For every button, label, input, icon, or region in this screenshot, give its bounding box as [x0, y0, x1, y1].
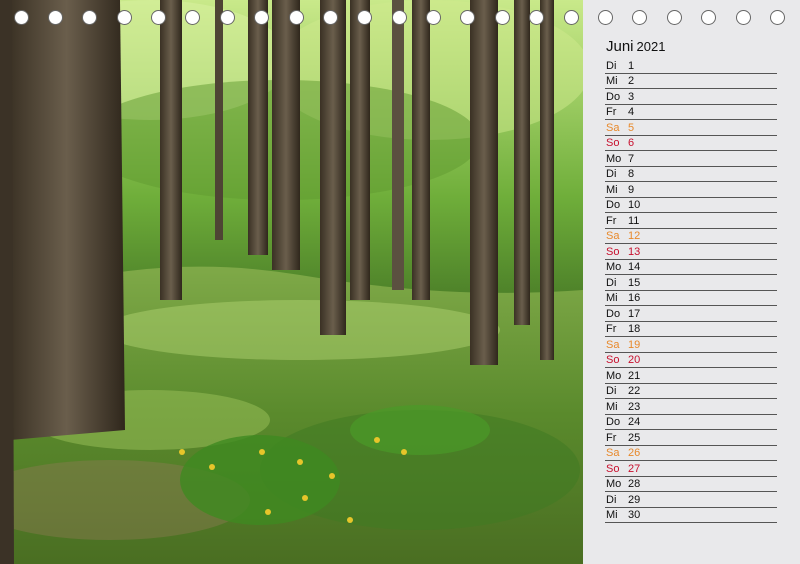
weekday-label: So: [606, 354, 620, 366]
day-number: 25: [628, 431, 641, 444]
day-number: 23: [628, 400, 641, 413]
day-number: 1: [628, 59, 635, 72]
day-row: So 20: [605, 353, 777, 368]
day-row: Mo 14: [605, 260, 777, 275]
day-row: Mi 9: [605, 182, 777, 198]
forest-photo: [0, 0, 583, 564]
weekday-label: Sa: [606, 230, 620, 242]
weekday-label: Mi: [606, 75, 618, 87]
day-number: 9: [628, 183, 635, 196]
weekday-label: Di: [606, 276, 617, 289]
day-row: Mo 28: [605, 477, 777, 492]
day-number: 26: [628, 447, 641, 459]
day-number: 14: [628, 261, 641, 273]
weekday-label: Do: [606, 307, 621, 320]
weekday-label: Do: [606, 90, 621, 103]
weekday-label: Fr: [606, 431, 617, 444]
day-row: Di 15: [605, 275, 777, 291]
day-row: Sa 19: [605, 337, 777, 353]
weekday-label: Sa: [606, 447, 620, 459]
day-number: 24: [628, 416, 641, 428]
day-row: Fr 18: [605, 322, 777, 337]
weekday-label: Mi: [606, 400, 618, 413]
day-number: 6: [628, 137, 635, 149]
weekday-label: Di: [606, 59, 617, 72]
weekday-label: Mo: [606, 152, 622, 165]
day-row: Do 3: [605, 89, 777, 105]
day-number: 28: [628, 478, 641, 490]
day-row: Mi 2: [605, 74, 777, 89]
day-number: 20: [628, 354, 641, 366]
day-row: Mo 21: [605, 368, 777, 384]
day-number: 27: [628, 462, 641, 475]
day-number: 3: [628, 90, 635, 103]
day-number: 11: [628, 214, 640, 227]
month-title: Juni 2021: [606, 38, 665, 55]
weekday-label: Mo: [606, 478, 622, 490]
weekday-label: Di: [606, 385, 617, 397]
weekday-label: Fr: [606, 323, 617, 335]
day-list: Di 1 Mi 2 Do 3 Fr 4 Sa 5 So 6 Mo 7 Di 8 Mi 9 Do 10 Fr 11 Sa 12 S…: [605, 58, 777, 523]
day-number: 18: [628, 323, 641, 335]
day-number: 22: [628, 385, 641, 397]
day-row: Sa 12: [605, 229, 777, 244]
day-row: Sa 5: [605, 120, 777, 136]
weekday-label: Do: [606, 199, 621, 211]
weekday-label: Mi: [606, 292, 618, 304]
day-row: Do 24: [605, 415, 777, 430]
day-row: Mo 7: [605, 151, 777, 167]
weekday-label: Mo: [606, 369, 622, 382]
day-number: 8: [628, 168, 635, 180]
weekday-label: Fr: [606, 106, 617, 118]
day-row: Di 29: [605, 492, 777, 508]
day-row: Mi 23: [605, 399, 777, 415]
day-number: 17: [628, 307, 641, 320]
day-row: Fr 25: [605, 430, 777, 446]
day-number: 19: [628, 338, 641, 351]
day-number: 13: [628, 245, 641, 258]
weekday-label: So: [606, 245, 620, 258]
day-row: So 27: [605, 461, 777, 477]
day-row: Sa 26: [605, 446, 777, 461]
day-row: Di 8: [605, 167, 777, 182]
day-number: 29: [628, 493, 641, 506]
weekday-label: Mi: [606, 509, 618, 521]
day-row: Mi 30: [605, 508, 777, 523]
day-row: Fr 11: [605, 213, 777, 229]
day-row: So 13: [605, 244, 777, 260]
day-number: 30: [628, 509, 641, 521]
weekday-label: Di: [606, 493, 617, 506]
weekday-label: Do: [606, 416, 621, 428]
weekday-label: Mi: [606, 183, 618, 196]
day-number: 2: [628, 75, 635, 87]
weekday-label: So: [606, 137, 620, 149]
day-number: 21: [628, 369, 641, 382]
weekday-label: Sa: [606, 338, 620, 351]
day-row: Do 10: [605, 198, 777, 213]
day-number: 4: [628, 106, 635, 118]
year-label: 2021: [636, 39, 666, 54]
day-row: Mi 16: [605, 291, 777, 306]
day-number: 15: [628, 276, 641, 289]
day-number: 7: [628, 152, 635, 165]
weekday-label: Sa: [606, 121, 620, 134]
day-number: 10: [628, 199, 641, 211]
weekday-label: Di: [606, 168, 617, 180]
weekday-label: Mo: [606, 261, 622, 273]
day-number: 16: [628, 292, 641, 304]
day-row: Do 17: [605, 306, 777, 322]
day-row: Di 22: [605, 384, 777, 399]
month-name: Juni: [606, 38, 634, 55]
day-number: 5: [628, 121, 635, 134]
weekday-label: Fr: [606, 214, 617, 227]
weekday-label: So: [606, 462, 620, 475]
day-row: Fr 4: [605, 105, 777, 120]
day-row: Di 1: [605, 58, 777, 74]
day-number: 12: [628, 230, 641, 242]
day-row: So 6: [605, 136, 777, 151]
